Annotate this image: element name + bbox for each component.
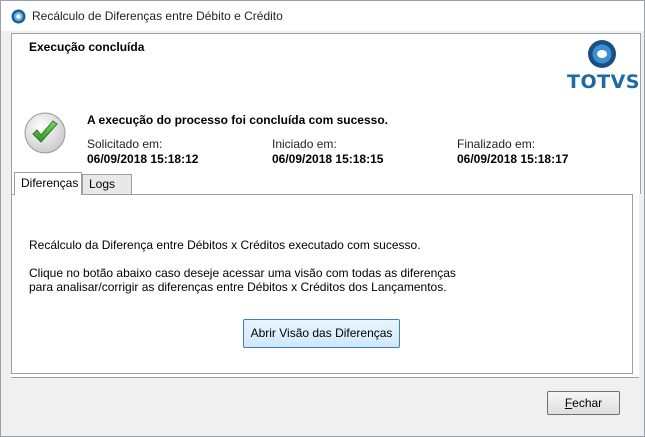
status-panel: A execução do processo foi concluída com…	[11, 98, 641, 172]
finished-value: 06/09/2018 15:18:17	[457, 152, 569, 166]
close-button[interactable]: Fechar	[547, 391, 620, 415]
page-title: Execução concluída	[29, 40, 145, 54]
window-title: Recálculo de Diferenças entre Débito e C…	[32, 9, 283, 23]
started-label: Iniciado em:	[272, 137, 337, 151]
requested-label: Solicitado em:	[87, 137, 163, 151]
started-column: Iniciado em: 06/09/2018 15:18:15	[272, 137, 383, 166]
close-button-label: echar	[572, 396, 603, 410]
totvs-logo: TOTVS	[567, 38, 640, 94]
totvs-app-icon	[11, 9, 26, 24]
logo-text: TOTVS	[567, 71, 640, 93]
started-value: 06/09/2018 15:18:15	[272, 152, 384, 166]
instruction-line-2: para analisar/corrigir as diferenças ent…	[29, 280, 447, 294]
dialog-window: Recálculo de Diferenças entre Débito e C…	[0, 0, 645, 437]
tab-content-diferencas: Recálculo da Diferença entre Débitos x C…	[11, 194, 633, 374]
finished-column: Finalizado em: 06/09/2018 15:18:17	[457, 137, 568, 166]
tab-logs[interactable]: Logs	[82, 174, 132, 194]
instruction-line-1: Clique no botão abaixo caso deseje acess…	[29, 266, 456, 280]
finished-label: Finalizado em:	[457, 137, 536, 151]
requested-column: Solicitado em: 06/09/2018 15:18:12	[87, 137, 198, 166]
tab-diferencas[interactable]: Diferenças	[14, 172, 82, 195]
requested-value: 06/09/2018 15:18:12	[87, 152, 199, 166]
title-bar[interactable]: Recálculo de Diferenças entre Débito e C…	[1, 1, 644, 31]
header-panel: Execução concluída TOTVS	[11, 33, 641, 99]
open-differences-view-button[interactable]: Abrir Visão das Diferenças	[243, 319, 400, 348]
success-check-icon	[24, 112, 66, 154]
totvs-logo-icon	[588, 40, 616, 68]
instruction-message: Clique no botão abaixo caso deseje acess…	[29, 266, 456, 294]
status-message: A execução do processo foi concluída com…	[87, 113, 388, 127]
result-message: Recálculo da Diferença entre Débitos x C…	[29, 238, 421, 252]
tab-bar: Diferenças Logs	[11, 172, 641, 195]
